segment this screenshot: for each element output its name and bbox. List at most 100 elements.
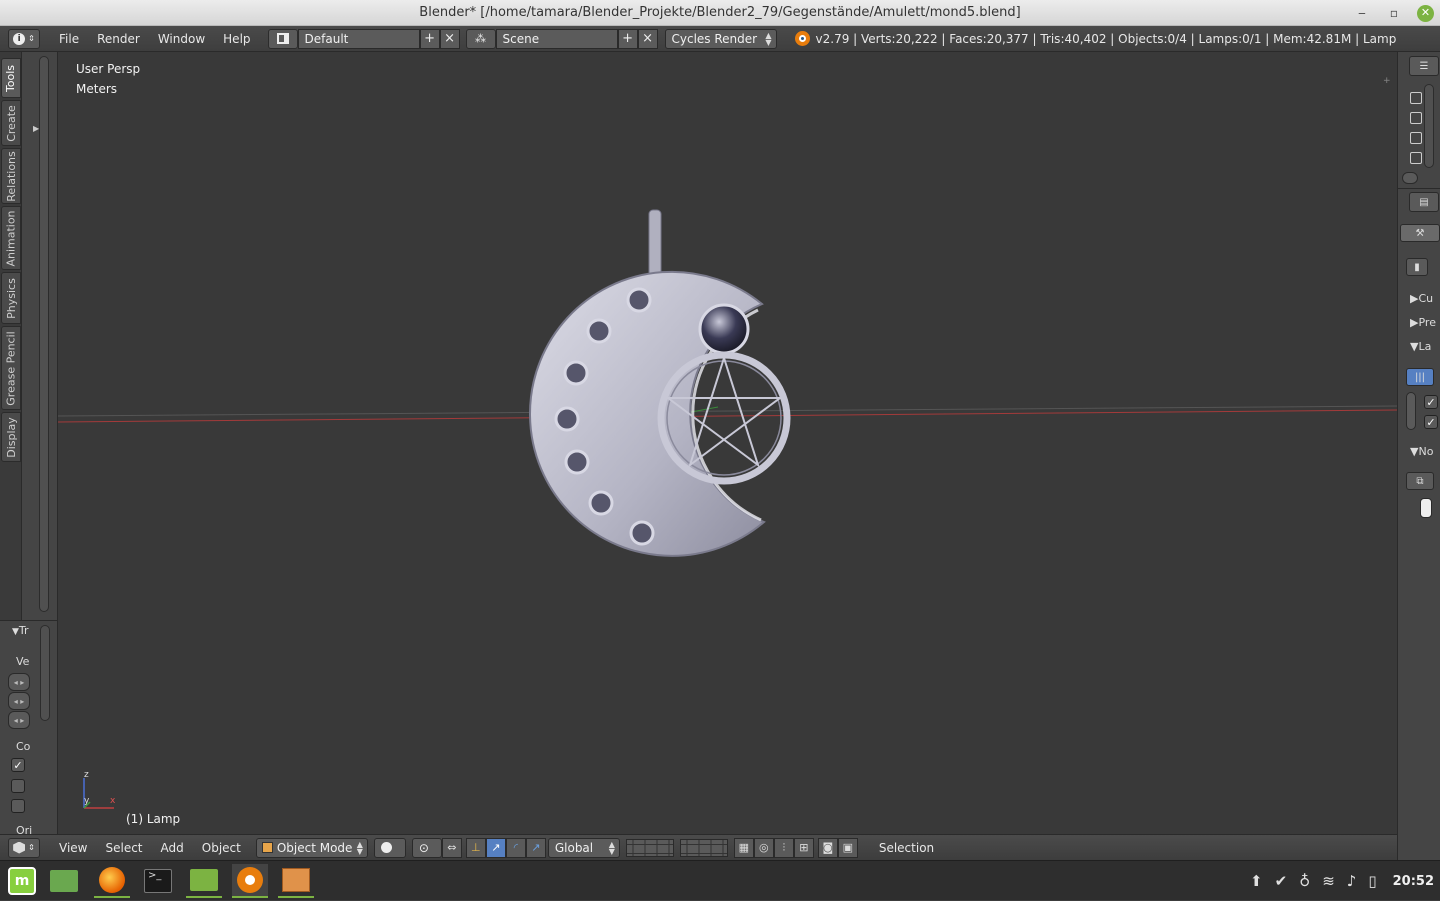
editor-type-button[interactable]: ⇕ — [8, 837, 40, 858]
object-icon[interactable] — [1410, 132, 1422, 144]
section-la[interactable]: ▼La — [1410, 340, 1431, 353]
menu-help[interactable]: Help — [214, 32, 259, 46]
firefox-icon — [99, 867, 125, 893]
mode-dropdown[interactable]: Object Mode ▲ ▼ — [255, 837, 368, 858]
constraint-z-checkbox[interactable] — [11, 799, 25, 813]
object-icon[interactable] — [1410, 92, 1422, 104]
blender-task[interactable] — [232, 864, 268, 898]
outliner-editor-button[interactable]: ☰ — [1409, 56, 1439, 76]
menu-render[interactable]: Render — [88, 32, 149, 46]
properties-context-tabs[interactable]: ⚒ — [1400, 224, 1440, 242]
file-manager-launcher[interactable] — [46, 864, 82, 898]
tab-physics[interactable]: Physics — [1, 272, 21, 324]
lamp-scroll-handle[interactable] — [1406, 392, 1416, 430]
scene-browse-button[interactable]: ⁂ — [465, 28, 496, 49]
section-pre[interactable]: ▶Pre — [1410, 316, 1436, 329]
node-icon: ⧉ — [1416, 475, 1424, 487]
lamp-type-button[interactable]: ||| — [1406, 368, 1434, 386]
layers-grid-2[interactable] — [679, 838, 728, 857]
outliner-scrollbar[interactable] — [1424, 84, 1434, 168]
screen-layout-field[interactable]: Default — [297, 28, 420, 49]
properties-editor-button[interactable]: ▤ — [1409, 192, 1439, 212]
menu-select[interactable]: Select — [96, 841, 151, 855]
render-engine-dropdown[interactable]: Cycles Render ▲ ▼ — [664, 28, 777, 49]
firefox-launcher[interactable] — [94, 864, 130, 898]
3d-viewport[interactable]: User Persp Meters z y x (1) Lamp + — [58, 52, 1397, 834]
orientation-dropdown[interactable]: Global ▲ ▼ — [547, 837, 620, 858]
add-screen-button[interactable]: + — [419, 28, 440, 49]
node-button[interactable]: ⧉ — [1406, 472, 1434, 490]
shading-dropdown[interactable] — [373, 837, 406, 858]
clock[interactable]: 20:52 — [1393, 874, 1434, 889]
menu-view[interactable]: View — [50, 841, 96, 855]
clipboard-icon[interactable]: ▯ — [1368, 872, 1376, 890]
menu-file[interactable]: File — [50, 32, 88, 46]
rotate-manipulator-button[interactable]: ↗ — [485, 837, 506, 858]
region-expand-icon[interactable]: + — [1383, 76, 1393, 86]
color-swatch[interactable] — [1420, 498, 1432, 518]
tab-relations[interactable]: Relations — [1, 148, 21, 204]
section-cu[interactable]: ▶Cu — [1410, 292, 1433, 305]
screen-layout-browse-button[interactable] — [267, 28, 298, 49]
render-anim-button[interactable]: ▣ — [837, 837, 858, 858]
layer-icon: ▦ — [738, 841, 750, 854]
scene-field[interactable]: Scene — [495, 28, 618, 49]
mint-menu-button[interactable]: m — [4, 864, 40, 898]
close-button[interactable]: ✕ — [1417, 4, 1434, 22]
object-icon[interactable] — [1410, 112, 1422, 124]
scale-manipulator-button[interactable]: ◜ — [505, 837, 526, 858]
wifi-icon[interactable]: ≋ — [1322, 872, 1335, 890]
add-scene-button[interactable]: + — [617, 28, 638, 49]
plus-icon: + — [622, 31, 633, 46]
folder-launcher[interactable] — [186, 864, 222, 898]
section-no[interactable]: ▼No — [1410, 445, 1433, 458]
render-button[interactable]: ◙ — [817, 837, 838, 858]
vector-y-field[interactable]: ◂ ▸ — [8, 692, 30, 710]
pivot-dropdown[interactable]: ⊙ — [411, 837, 442, 858]
object-icon[interactable] — [1410, 152, 1422, 164]
constraint-y-checkbox[interactable] — [11, 779, 25, 793]
tab-grease-pencil[interactable]: Grease Pencil — [1, 326, 21, 410]
object-mode-icon — [261, 841, 273, 853]
archive-task[interactable] — [278, 864, 314, 898]
vector-z-field[interactable]: ◂ ▸ — [8, 711, 30, 729]
layer-lock-button[interactable]: ▦ — [733, 837, 754, 858]
region-collapse-icon[interactable]: ▶ — [33, 124, 39, 133]
lamp-option-checkbox-2[interactable]: ✓ — [1424, 415, 1438, 429]
layers-grid-1[interactable] — [625, 838, 674, 857]
tab-display[interactable]: Display — [1, 412, 21, 462]
update-icon[interactable]: ⬆ — [1250, 872, 1263, 890]
editor-type-button[interactable]: i ⇕ — [8, 28, 40, 49]
scroll-handle[interactable] — [1402, 172, 1418, 184]
operator-panel-scrollbar[interactable] — [40, 625, 50, 721]
translate-manipulator-button[interactable]: ⊥ — [465, 837, 486, 858]
tab-create[interactable]: Create — [1, 100, 21, 146]
minimize-button[interactable]: ‒ — [1353, 4, 1371, 22]
proportional-edit-button[interactable]: ◎ — [753, 837, 774, 858]
updown-arrows-icon: ▲ ▼ — [765, 30, 772, 47]
delete-scene-button[interactable]: × — [637, 28, 658, 49]
snap-element-button[interactable]: ⊞ — [793, 837, 814, 858]
vector-x-field[interactable]: ◂ ▸ — [8, 673, 30, 691]
delete-screen-button[interactable]: × — [439, 28, 460, 49]
constraint-x-checkbox[interactable]: ✓ — [11, 758, 25, 772]
snap-toggle-button[interactable]: ⫶ — [773, 837, 794, 858]
volume-icon[interactable]: ♪ — [1347, 872, 1357, 890]
proportional-icon: ◎ — [759, 841, 769, 854]
shield-icon[interactable]: ✔ — [1275, 872, 1288, 890]
tab-animation[interactable]: Animation — [1, 206, 21, 270]
manipulator-toggle[interactable]: ⇔ — [441, 837, 462, 858]
lamp-option-checkbox-1[interactable]: ✓ — [1424, 395, 1438, 409]
lamp-data-button[interactable]: ▮ — [1406, 258, 1428, 276]
maximize-button[interactable]: ▫ — [1385, 4, 1403, 22]
transform-manipulator-button[interactable]: ↗ — [525, 837, 546, 858]
menu-object[interactable]: Object — [193, 841, 250, 855]
terminal-launcher[interactable]: >_ — [140, 864, 176, 898]
menu-window[interactable]: Window — [149, 32, 214, 46]
tool-shelf-scrollbar[interactable] — [39, 56, 49, 612]
menu-add[interactable]: Add — [152, 841, 193, 855]
tab-tools[interactable]: Tools — [1, 58, 21, 98]
operator-panel-header[interactable]: ▼Tr — [12, 624, 29, 637]
redshift-icon[interactable]: ♁ — [1299, 872, 1310, 890]
manipulator-icon: ⇔ — [447, 841, 457, 854]
